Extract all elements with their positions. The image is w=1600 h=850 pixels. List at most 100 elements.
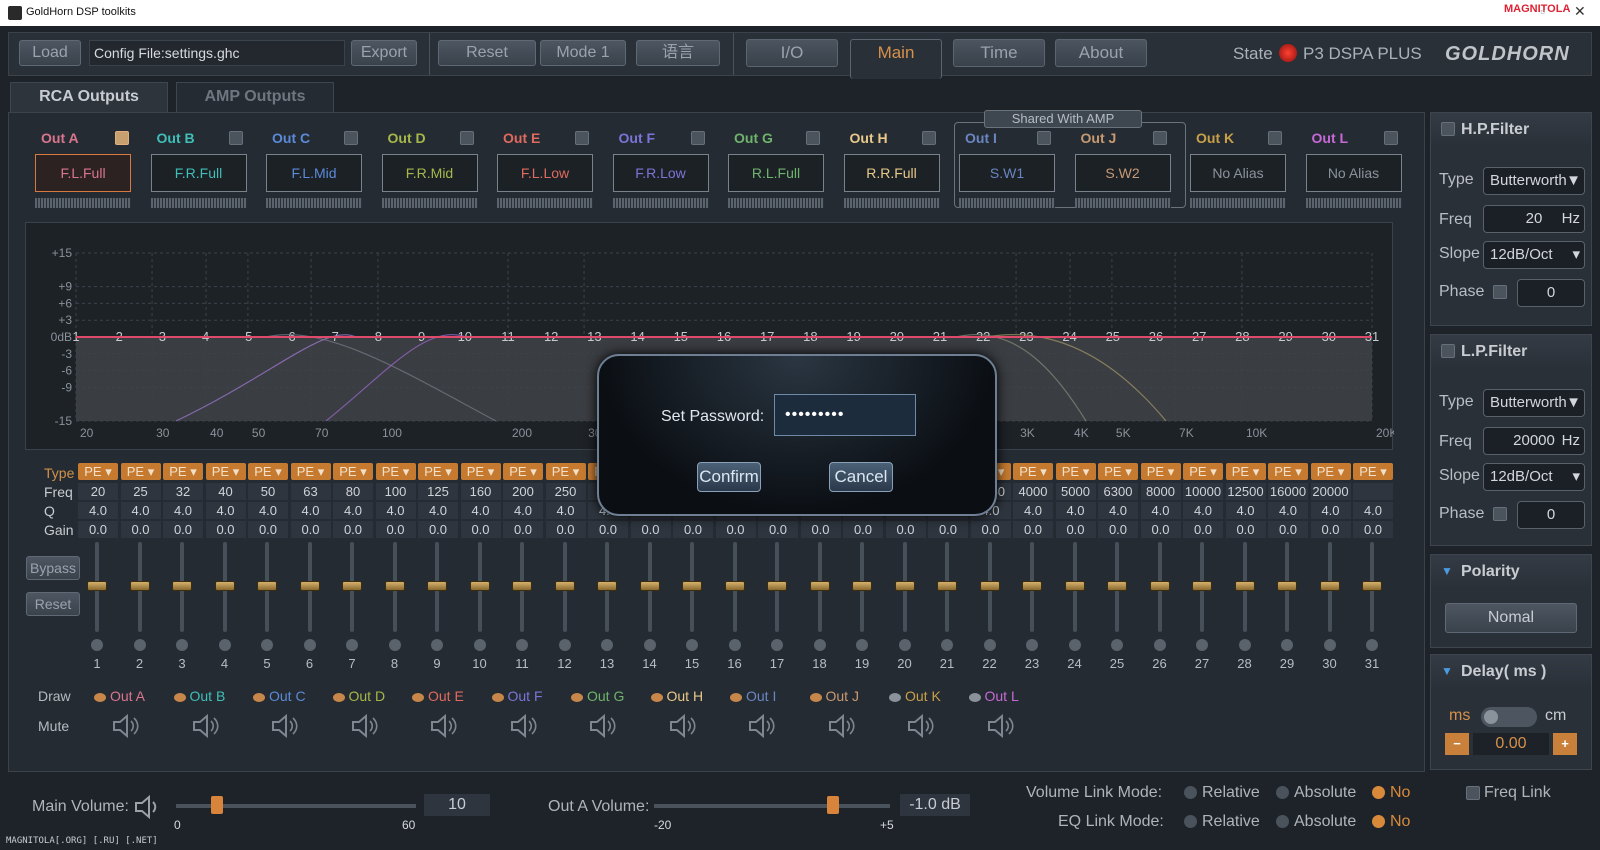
delay-header[interactable]: ▼ Delay( ms ) [1431, 655, 1591, 689]
band-gain-knob[interactable] [809, 581, 830, 591]
band-q-cell[interactable]: 4.0 [1353, 502, 1393, 519]
band-gain-cell[interactable]: 0.0 [248, 521, 288, 538]
band-freq-cell[interactable]: 125 [418, 483, 458, 500]
band-gain-cell[interactable]: 0.0 [78, 521, 118, 538]
band-type-select[interactable]: PE ▾ [1055, 463, 1096, 480]
band-gain-knob[interactable] [639, 581, 660, 591]
band-select-dot[interactable] [303, 639, 316, 651]
channel-checkbox[interactable] [228, 131, 243, 145]
band-gain-knob[interactable] [1362, 581, 1382, 591]
channel-alias[interactable]: F.R.Full [150, 154, 247, 192]
band-type-select[interactable]: PE ▾ [375, 463, 416, 480]
band-select-dot[interactable] [856, 639, 868, 651]
band-gain-knob[interactable] [937, 581, 957, 591]
volume-link-relative[interactable]: Relative [1184, 784, 1260, 802]
mute-speaker-icon[interactable] [508, 713, 538, 739]
band-select-dot[interactable] [1068, 639, 1081, 651]
language-button[interactable]: 语言 [636, 40, 720, 66]
band-gain-knob[interactable] [129, 581, 150, 591]
band-gain-cell[interactable]: 0.0 [290, 521, 331, 538]
mute-speaker-icon[interactable] [985, 713, 1015, 739]
volume-link-no[interactable]: No [1372, 784, 1410, 802]
mute-speaker-icon[interactable] [746, 713, 776, 739]
mute-speaker-icon[interactable] [667, 713, 697, 739]
band-q-cell[interactable]: 4.0 [1013, 502, 1053, 519]
cancel-button[interactable]: Cancel [829, 462, 893, 492]
channel-checkbox[interactable] [1268, 131, 1282, 145]
tab-rca-outputs[interactable]: RCA Outputs [10, 82, 168, 112]
band-freq-cell[interactable]: 40 [205, 483, 246, 500]
mute-speaker-icon[interactable] [905, 713, 935, 739]
band-gain-cell[interactable]: 0.0 [1140, 521, 1181, 538]
band-q-cell[interactable]: 4.0 [1183, 502, 1223, 519]
confirm-button[interactable]: Confirm [697, 462, 761, 492]
band-q-cell[interactable]: 4.0 [248, 502, 288, 519]
channel-alias[interactable]: S.W1 [959, 154, 1055, 192]
band-freq-cell[interactable]: 10000 [1183, 483, 1223, 500]
band-type-select[interactable]: PE ▾ [1310, 463, 1351, 480]
band-freq-cell[interactable]: 6300 [1098, 483, 1138, 500]
band-gain-cell[interactable]: 0.0 [1225, 521, 1266, 538]
delay-minus-button[interactable]: − [1445, 733, 1469, 755]
channel-card[interactable]: Out E F.L.Low [497, 124, 595, 212]
export-button[interactable]: Export [351, 40, 417, 66]
band-freq-cell[interactable] [1353, 483, 1393, 500]
band-type-select[interactable]: PE ▾ [503, 463, 543, 480]
hp-phase-field[interactable]: 0 [1517, 279, 1585, 307]
out-a-volume-slider[interactable] [654, 796, 890, 814]
band-freq-cell[interactable]: 12500 [1225, 483, 1266, 500]
band-gain-knob[interactable] [1022, 581, 1042, 591]
band-gain-knob[interactable] [724, 581, 745, 591]
band-select-dot[interactable] [941, 639, 953, 651]
band-gain-cell[interactable]: 0.0 [503, 521, 543, 538]
mode-button[interactable]: Mode 1 [540, 40, 626, 66]
channel-card[interactable]: Out G R.L.Full [728, 124, 826, 212]
hp-slope-select[interactable]: 12dB/Oct ▾ [1483, 241, 1585, 269]
band-freq-cell[interactable]: 8000 [1140, 483, 1181, 500]
band-select-dot[interactable] [1323, 639, 1336, 651]
channel-card[interactable]: Out K No Alias [1190, 124, 1288, 212]
band-q-cell[interactable]: 4.0 [418, 502, 458, 519]
band-gain-knob[interactable] [852, 581, 872, 591]
band-gain-knob[interactable] [979, 581, 1000, 591]
hp-filter-checkbox[interactable] [1441, 122, 1455, 136]
band-select-dot[interactable] [1366, 639, 1378, 651]
band-freq-cell[interactable]: 4000 [1013, 483, 1053, 500]
band-gain-cell[interactable]: 0.0 [928, 521, 968, 538]
band-freq-cell[interactable]: 100 [375, 483, 416, 500]
band-gain-knob[interactable] [1192, 581, 1212, 591]
unit-toggle[interactable] [1481, 707, 1537, 727]
band-select-dot[interactable] [601, 639, 613, 651]
channel-alias[interactable]: F.L.Low [497, 154, 593, 192]
band-gain-cell[interactable]: 0.0 [460, 521, 501, 538]
lp-type-select[interactable]: Butterworth ▼ [1483, 389, 1585, 417]
channel-card[interactable]: Out F F.R.Low [612, 124, 711, 212]
band-select-dot[interactable] [346, 639, 358, 651]
band-q-cell[interactable]: 4.0 [78, 502, 118, 519]
band-type-select[interactable]: PE ▾ [1013, 463, 1053, 480]
band-select-dot[interactable] [133, 639, 146, 651]
band-type-select[interactable]: PE ▾ [163, 463, 203, 480]
band-gain-knob[interactable] [1319, 581, 1340, 591]
band-type-select[interactable]: PE ▾ [333, 463, 373, 480]
band-type-select[interactable]: PE ▾ [78, 463, 118, 480]
band-type-select[interactable]: PE ▾ [1225, 463, 1266, 480]
password-input[interactable]: ••••••••• [774, 394, 916, 436]
band-freq-cell[interactable]: 63 [290, 483, 331, 500]
freq-link-checkbox[interactable]: Freq Link [1466, 784, 1551, 802]
band-q-cell[interactable]: 4.0 [120, 502, 161, 519]
band-gain-cell[interactable]: 0.0 [333, 521, 373, 538]
band-gain-cell[interactable]: 0.0 [163, 521, 203, 538]
band-q-cell[interactable]: 4.0 [290, 502, 331, 519]
lp-phase-checkbox[interactable] [1493, 507, 1507, 521]
channel-card[interactable]: Out J S.W2 [1074, 124, 1173, 212]
band-type-select[interactable]: PE ▾ [460, 463, 501, 480]
tab-io[interactable]: I/O [746, 39, 838, 67]
close-icon[interactable]: ✕ [1574, 3, 1586, 20]
draw-toggle[interactable]: Out B [173, 688, 225, 704]
band-select-dot[interactable] [388, 639, 401, 651]
main-volume-slider[interactable] [176, 796, 416, 814]
channel-alias[interactable]: R.R.Full [843, 154, 940, 192]
band-q-cell[interactable]: 4.0 [545, 502, 586, 519]
band-gain-knob[interactable] [257, 581, 277, 591]
